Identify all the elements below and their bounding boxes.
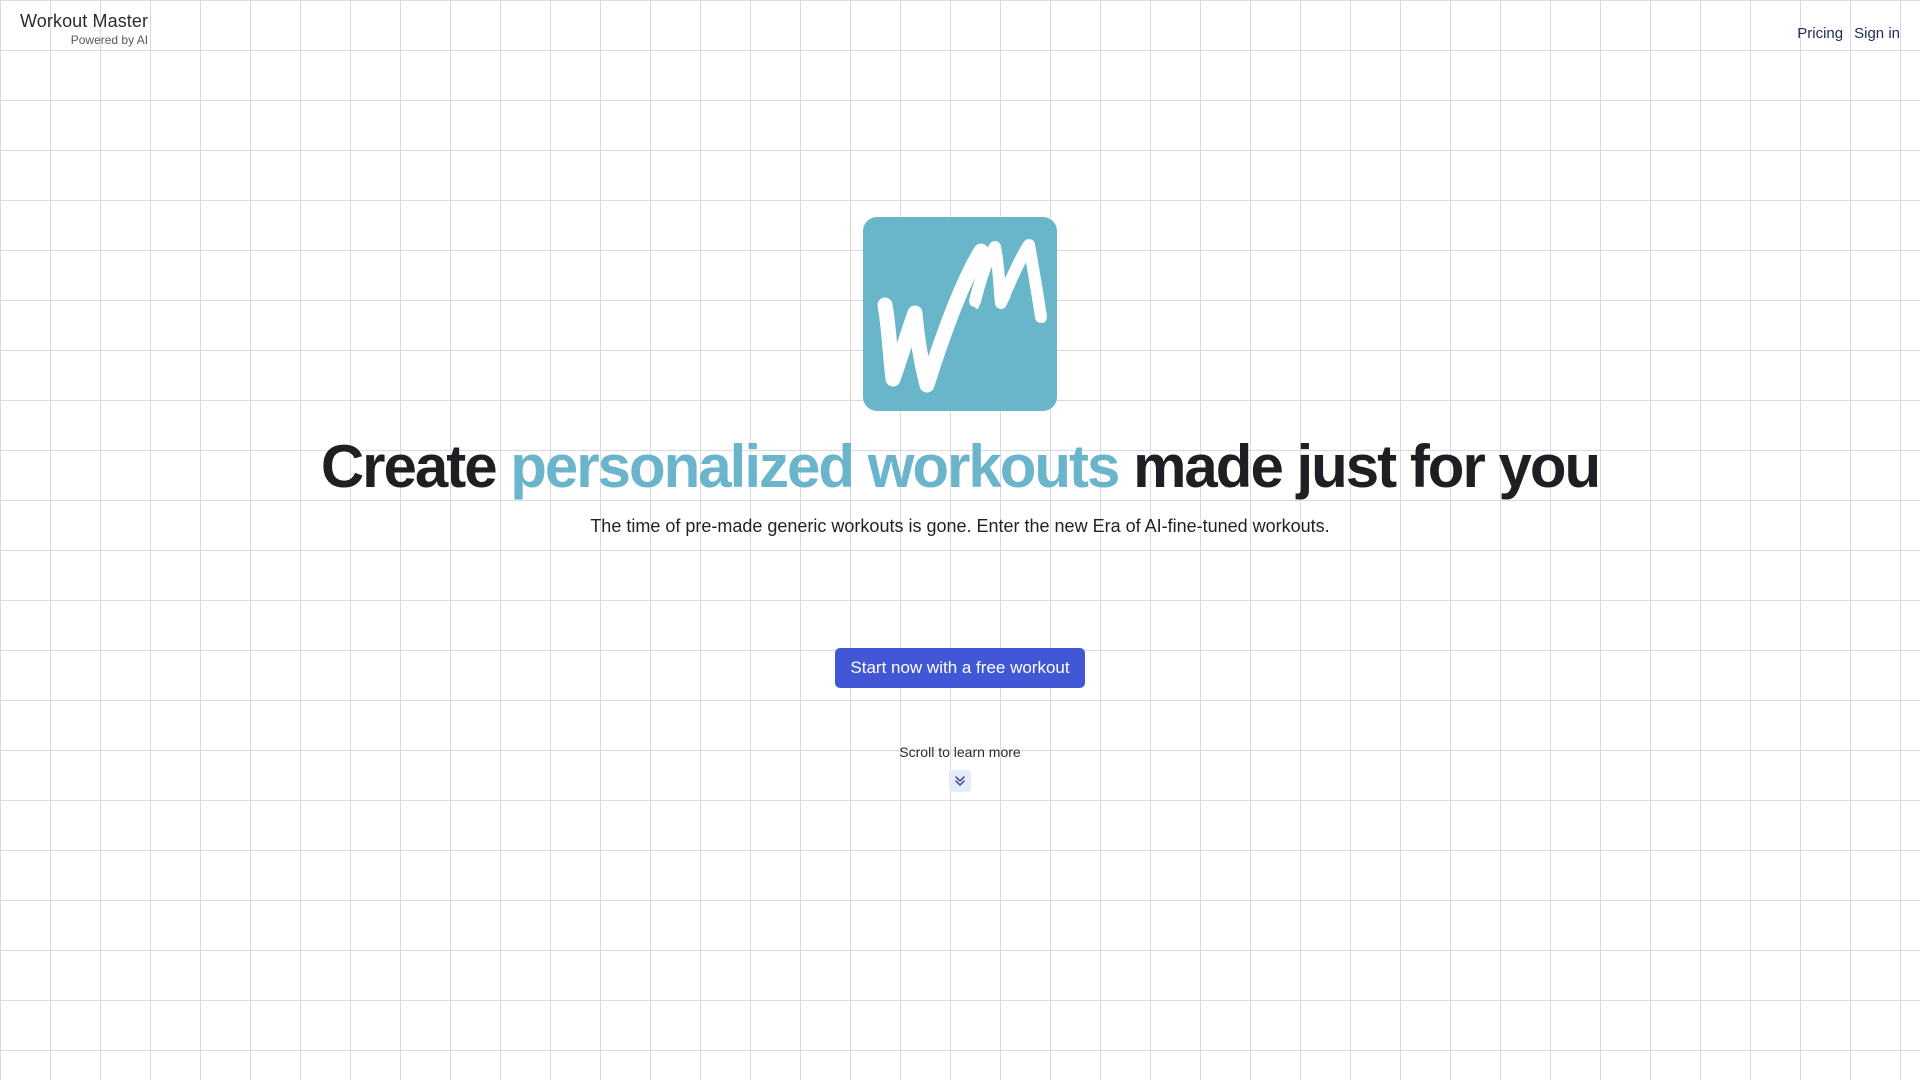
workout-master-logo-icon xyxy=(863,217,1057,411)
chevrons-down-icon[interactable] xyxy=(949,770,971,792)
nav-sign-in-link[interactable]: Sign in xyxy=(1854,25,1900,42)
chevrons-down-glyph xyxy=(955,776,965,786)
hero-headline: Create personalized workouts made just f… xyxy=(0,430,1920,504)
wm-monogram-icon xyxy=(877,239,1047,393)
scroll-hint: Scroll to learn more xyxy=(899,744,1021,760)
brand-subtitle: Powered by AI xyxy=(70,33,149,47)
start-free-workout-button[interactable]: Start now with a free workout xyxy=(835,648,1085,688)
hero-subtitle: The time of pre-made generic workouts is… xyxy=(590,516,1330,536)
headline-part-1: Create xyxy=(320,433,511,500)
nav-pricing-link[interactable]: Pricing xyxy=(1797,25,1843,42)
headline-part-2: made just for you xyxy=(1118,433,1601,500)
brand-title: Workout Master xyxy=(20,11,149,31)
headline-accent: personalized workouts xyxy=(510,433,1120,500)
top-nav: Pricing Sign in xyxy=(1797,25,1900,42)
brand[interactable]: Workout Master Powered by AI xyxy=(20,12,148,46)
